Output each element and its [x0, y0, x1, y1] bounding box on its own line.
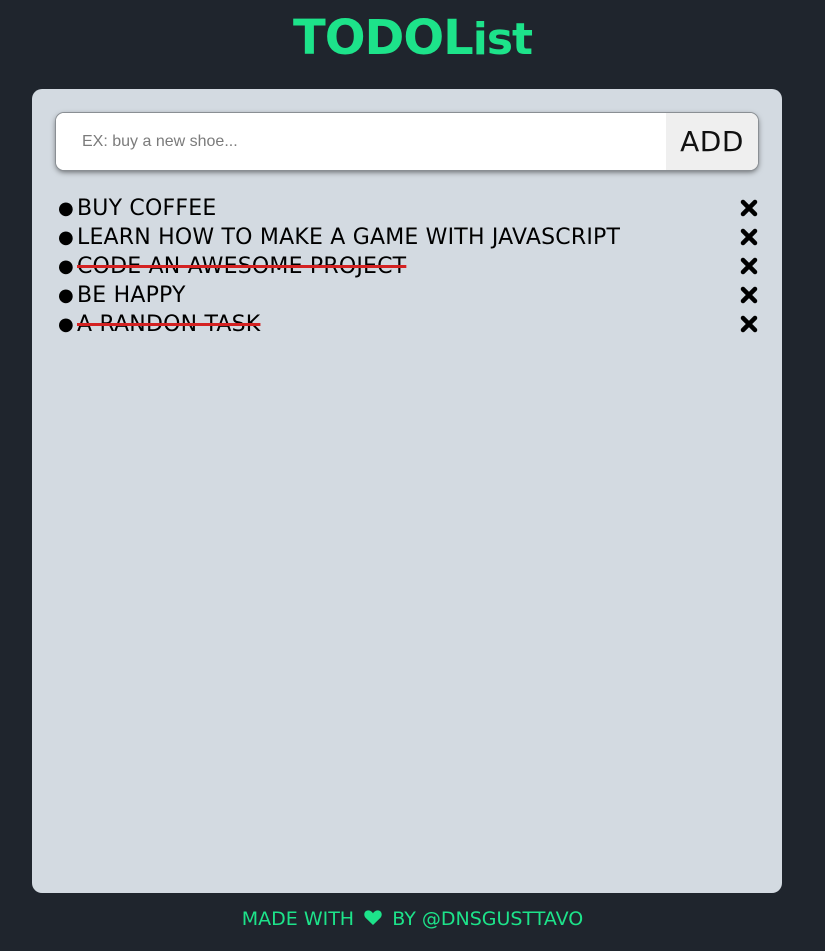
bullet: ● — [58, 227, 74, 248]
close-icon[interactable] — [740, 315, 758, 333]
task-text-completed[interactable]: A RANDON TASK — [77, 310, 260, 339]
task-item: ● BUY COFFEE — [58, 194, 758, 223]
close-icon[interactable] — [740, 199, 758, 217]
bullet: ● — [58, 314, 74, 335]
task-item: ● BE HAPPY — [58, 281, 758, 310]
task-list: ● BUY COFFEE ● LEARN HOW TO MAKE A GAME … — [58, 194, 758, 339]
bullet: ● — [58, 285, 74, 306]
add-task-form: ADD — [56, 113, 758, 170]
app-title-main: TODOL — [292, 10, 474, 66]
footer-credit: BY @DNSGUSTTAVO — [392, 908, 584, 930]
task-text[interactable]: BUY COFFEE — [77, 194, 216, 223]
app-title-tail: ist — [472, 14, 533, 65]
add-button[interactable]: ADD — [666, 113, 758, 170]
todo-panel: ADD ● BUY COFFEE ● LEARN HOW TO MAKE A G… — [32, 89, 782, 893]
app-title: TODOList — [0, 10, 825, 66]
heart-icon — [364, 910, 382, 926]
task-text[interactable]: LEARN HOW TO MAKE A GAME WITH JAVASCRIPT — [77, 223, 620, 252]
close-icon[interactable] — [740, 286, 758, 304]
task-input[interactable] — [56, 113, 666, 170]
bullet: ● — [58, 198, 74, 219]
task-item: ● CODE AN AWESOME PROJECT — [58, 252, 758, 281]
footer: MADE WITH BY @DNSGUSTTAVO — [0, 908, 825, 930]
task-text[interactable]: BE HAPPY — [77, 281, 186, 310]
bullet: ● — [58, 256, 74, 277]
task-text-completed[interactable]: CODE AN AWESOME PROJECT — [77, 252, 406, 281]
task-item: ● A RANDON TASK — [58, 310, 758, 339]
close-icon[interactable] — [740, 228, 758, 246]
footer-prefix: MADE WITH — [241, 908, 355, 930]
close-icon[interactable] — [740, 257, 758, 275]
task-item: ● LEARN HOW TO MAKE A GAME WITH JAVASCRI… — [58, 223, 758, 252]
